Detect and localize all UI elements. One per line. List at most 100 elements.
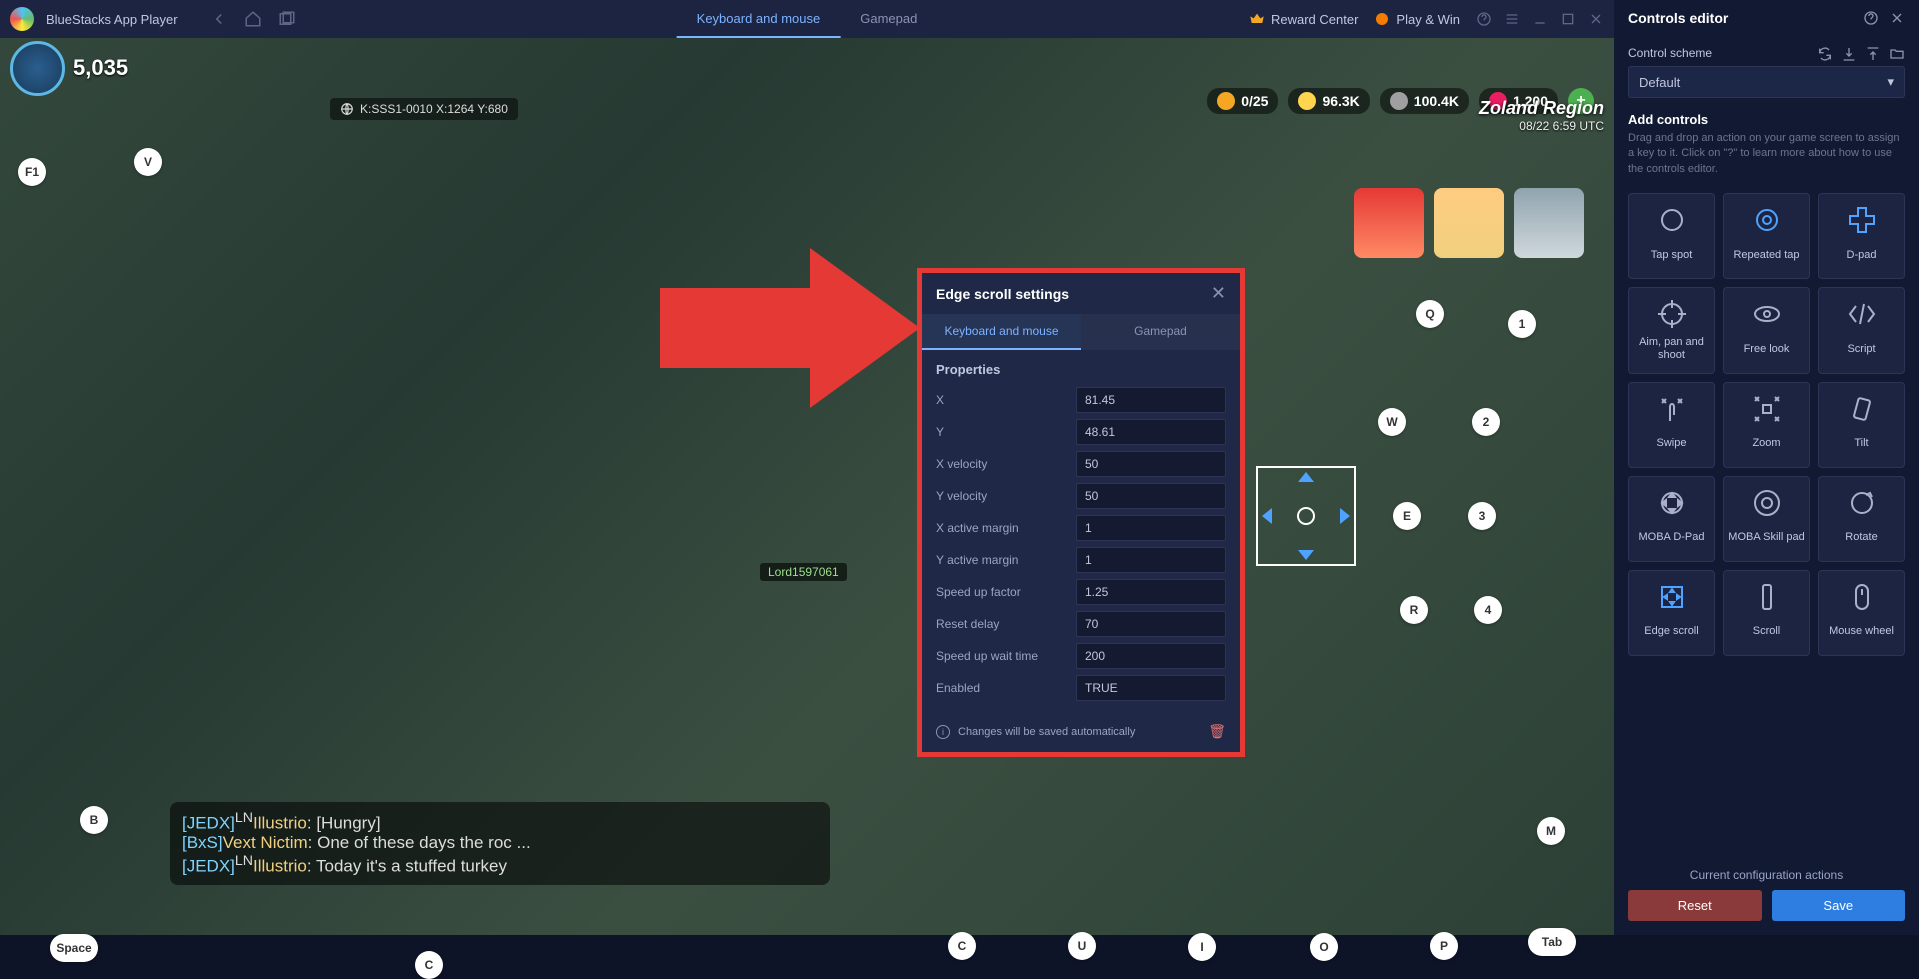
chat-line: [JEDX]LNIllustrio: Today it's a stuffed …: [182, 853, 818, 877]
chevron-down-icon: ▾: [1887, 74, 1894, 90]
control-aim-pan-shoot[interactable]: Aim, pan and shoot: [1628, 287, 1715, 373]
coordinate-display[interactable]: K:SSS1-0010 X:1264 Y:680: [330, 98, 518, 120]
control-swipe[interactable]: Swipe: [1628, 382, 1715, 468]
play-win-link[interactable]: Play & Win: [1374, 11, 1460, 27]
controls-editor-sidebar: Controls editor Control scheme Default ▾…: [1614, 0, 1919, 935]
control-free-look[interactable]: Free look: [1723, 287, 1810, 373]
speed-factor-input[interactable]: [1076, 579, 1226, 605]
event-thumb-3[interactable]: [1514, 188, 1584, 258]
key-1[interactable]: 1: [1508, 310, 1536, 338]
sidebar-close-icon[interactable]: [1889, 10, 1905, 26]
reward-center-link[interactable]: Reward Center: [1249, 11, 1358, 27]
key-3[interactable]: 3: [1468, 502, 1496, 530]
app-name: BlueStacks App Player: [46, 12, 178, 27]
key-e[interactable]: E: [1393, 502, 1421, 530]
game-viewport[interactable]: 5,035 K:SSS1-0010 X:1264 Y:680 0/25 96.3…: [0, 38, 1614, 935]
x-velocity-input[interactable]: [1076, 451, 1226, 477]
key-r[interactable]: R: [1400, 596, 1428, 624]
food-resource[interactable]: 100.4K: [1380, 88, 1469, 114]
key-c[interactable]: C: [948, 932, 976, 960]
control-tap-spot[interactable]: Tap spot: [1628, 193, 1715, 279]
key-space[interactable]: Space: [50, 934, 98, 962]
folder-icon[interactable]: [1889, 46, 1905, 62]
refresh-icon[interactable]: [1817, 46, 1833, 62]
player-nameplate[interactable]: Lord1597061: [760, 563, 847, 581]
key-v[interactable]: V: [134, 148, 162, 176]
key-b[interactable]: B: [80, 806, 108, 834]
y-input[interactable]: [1076, 419, 1226, 445]
x-margin-input[interactable]: [1076, 515, 1226, 541]
key-4[interactable]: 4: [1474, 596, 1502, 624]
maximize-icon[interactable]: [1560, 11, 1576, 27]
tab-gamepad[interactable]: Gamepad: [840, 1, 937, 38]
key-w[interactable]: W: [1378, 408, 1406, 436]
close-icon[interactable]: [1588, 11, 1604, 27]
dialog-close-button[interactable]: ✕: [1211, 283, 1226, 304]
help-text: Drag and drop an action on your game scr…: [1614, 131, 1919, 187]
key-c2[interactable]: C: [415, 951, 443, 979]
key-o[interactable]: O: [1310, 933, 1338, 961]
control-script[interactable]: Script: [1818, 287, 1905, 373]
export-icon[interactable]: [1841, 46, 1857, 62]
control-moba-skill[interactable]: MOBA Skill pad: [1723, 476, 1810, 562]
tab-keyboard-mouse[interactable]: Keyboard and mouse: [677, 1, 841, 38]
info-icon: i: [936, 725, 950, 739]
footer-label: Current configuration actions: [1628, 868, 1905, 882]
enabled-input[interactable]: [1076, 675, 1226, 701]
menu-icon[interactable]: [1504, 11, 1520, 27]
dialog-tab-gamepad[interactable]: Gamepad: [1081, 314, 1240, 350]
properties-label: Properties: [936, 362, 1226, 377]
edge-scroll-control[interactable]: [1256, 466, 1356, 566]
control-edge-scroll[interactable]: Edge scroll: [1628, 570, 1715, 656]
chat-box[interactable]: [JEDX]LNIllustrio: [Hungry] [BxS]Vext Ni…: [170, 802, 830, 885]
control-zoom[interactable]: Zoom: [1723, 382, 1810, 468]
scheme-dropdown[interactable]: Default ▾: [1628, 66, 1905, 98]
dialog-tab-keyboard-mouse[interactable]: Keyboard and mouse: [922, 314, 1081, 350]
key-tab[interactable]: Tab: [1528, 928, 1576, 956]
control-mouse-wheel[interactable]: Mouse wheel: [1818, 570, 1905, 656]
key-p[interactable]: P: [1430, 932, 1458, 960]
recent-icon[interactable]: [278, 10, 296, 28]
autosave-text: Changes will be saved automatically: [958, 726, 1200, 738]
region-info: Zoland Region 08/22 6:59 UTC: [1479, 98, 1604, 133]
event-thumb-2[interactable]: [1434, 188, 1504, 258]
event-thumb-1[interactable]: [1354, 188, 1424, 258]
control-scroll[interactable]: Scroll: [1723, 570, 1810, 656]
key-2[interactable]: 2: [1472, 408, 1500, 436]
sidebar-title: Controls editor: [1628, 10, 1863, 26]
control-rotate[interactable]: Rotate: [1818, 476, 1905, 562]
reset-delay-input[interactable]: [1076, 611, 1226, 637]
key-f1[interactable]: F1: [18, 158, 46, 186]
gold-resource[interactable]: 96.3K: [1288, 88, 1369, 114]
y-margin-input[interactable]: [1076, 547, 1226, 573]
key-q[interactable]: Q: [1416, 300, 1444, 328]
minimize-icon[interactable]: [1532, 11, 1548, 27]
control-repeated-tap[interactable]: Repeated tap: [1723, 193, 1810, 279]
power-value: 5,035: [73, 55, 128, 81]
delete-button[interactable]: 🗑: [1208, 723, 1226, 740]
builders-resource[interactable]: 0/25: [1207, 88, 1278, 114]
control-moba-dpad[interactable]: MOBA D-Pad: [1628, 476, 1715, 562]
key-u[interactable]: U: [1068, 932, 1096, 960]
globe-icon: [340, 102, 354, 116]
faction-icon[interactable]: [10, 41, 65, 96]
key-i[interactable]: I: [1188, 933, 1216, 961]
home-icon[interactable]: [244, 10, 262, 28]
scheme-label: Control scheme: [1628, 46, 1905, 60]
key-m[interactable]: M: [1537, 817, 1565, 845]
x-input[interactable]: [1076, 387, 1226, 413]
house-icon: [1217, 92, 1235, 110]
food-icon: [1390, 92, 1408, 110]
control-tilt[interactable]: Tilt: [1818, 382, 1905, 468]
help-icon[interactable]: [1476, 11, 1492, 27]
speed-wait-input[interactable]: [1076, 643, 1226, 669]
crown-icon: [1249, 11, 1265, 27]
save-button[interactable]: Save: [1772, 890, 1906, 921]
sidebar-help-icon[interactable]: [1863, 10, 1879, 26]
control-dpad[interactable]: D-pad: [1818, 193, 1905, 279]
back-icon[interactable]: [210, 10, 228, 28]
edge-scroll-settings-dialog: Edge scroll settings ✕ Keyboard and mous…: [918, 269, 1244, 756]
import-icon[interactable]: [1865, 46, 1881, 62]
y-velocity-input[interactable]: [1076, 483, 1226, 509]
reset-button[interactable]: Reset: [1628, 890, 1762, 921]
